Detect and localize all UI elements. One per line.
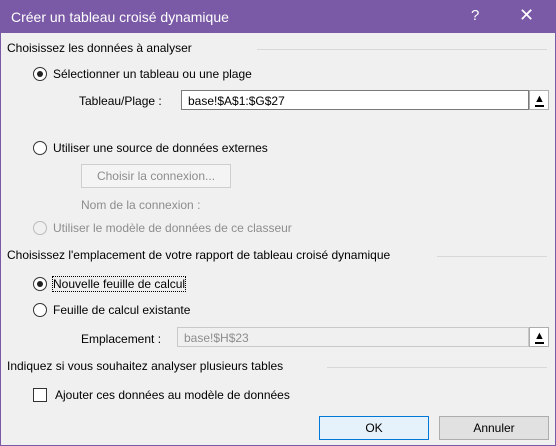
section-data-source: Choisissez les données à analyser (7, 41, 547, 57)
collapse-dialog-icon: ▲ (534, 330, 545, 342)
section-divider (327, 367, 547, 368)
connection-name-label: Nom de la connexion : (81, 198, 201, 212)
radio-new-sheet-label[interactable]: Nouvelle feuille de calcul (51, 276, 187, 292)
location-label: Emplacement : (81, 332, 162, 346)
help-button[interactable]: ? (471, 7, 479, 24)
title-bar: Créer un tableau croisé dynamique ? ✕ (1, 1, 555, 33)
radio-existing-sheet-label[interactable]: Feuille de calcul existante (53, 303, 190, 317)
section-heading: Choisissez les données à analyser (7, 41, 198, 55)
range-label: Tableau/Plage : (79, 94, 162, 108)
radio-new-sheet[interactable] (33, 277, 47, 291)
section-multiple-tables: Indiquez si vous souhaitez analyser plus… (7, 359, 547, 375)
range-value: base!$A$1:$G$27 (188, 94, 285, 108)
radio-data-model-label[interactable]: Utiliser le modèle de données de ce clas… (53, 221, 292, 235)
dialog-title: Créer un tableau croisé dynamique (11, 9, 229, 25)
ok-button[interactable]: OK (319, 416, 429, 440)
section-location: Choisissez l'emplacement de votre rappor… (7, 248, 547, 264)
radio-data-model[interactable] (33, 221, 47, 235)
radio-select-table[interactable] (33, 67, 47, 81)
add-to-data-model-label[interactable]: Ajouter ces données au modèle de données (55, 388, 290, 402)
collapse-dialog-icon: ▲ (534, 93, 545, 105)
cancel-button[interactable]: Annuler (439, 416, 549, 440)
section-divider (437, 256, 547, 257)
close-button[interactable]: ✕ (519, 5, 534, 26)
radio-external-source[interactable] (33, 141, 47, 155)
radio-select-table-label[interactable]: Sélectionner un tableau ou une plage (53, 67, 252, 81)
pivot-table-dialog: Créer un tableau croisé dynamique ? ✕ Ch… (0, 0, 556, 446)
section-heading: Choisissez l'emplacement de votre rappor… (7, 248, 397, 262)
section-divider (257, 49, 547, 50)
collapse-location-button[interactable]: ▲ (529, 327, 549, 347)
collapse-range-button[interactable]: ▲ (529, 90, 549, 110)
radio-external-source-label[interactable]: Utiliser une source de données externes (53, 141, 268, 155)
range-input[interactable]: base!$A$1:$G$27 (181, 90, 529, 110)
radio-existing-sheet[interactable] (33, 303, 47, 317)
location-value: base!$H$23 (184, 331, 249, 345)
add-to-data-model-checkbox[interactable] (33, 388, 47, 402)
choose-connection-button[interactable]: Choisir la connexion... (81, 164, 231, 188)
location-input[interactable]: base!$H$23 (177, 327, 529, 347)
section-heading: Indiquez si vous souhaitez analyser plus… (7, 359, 290, 373)
